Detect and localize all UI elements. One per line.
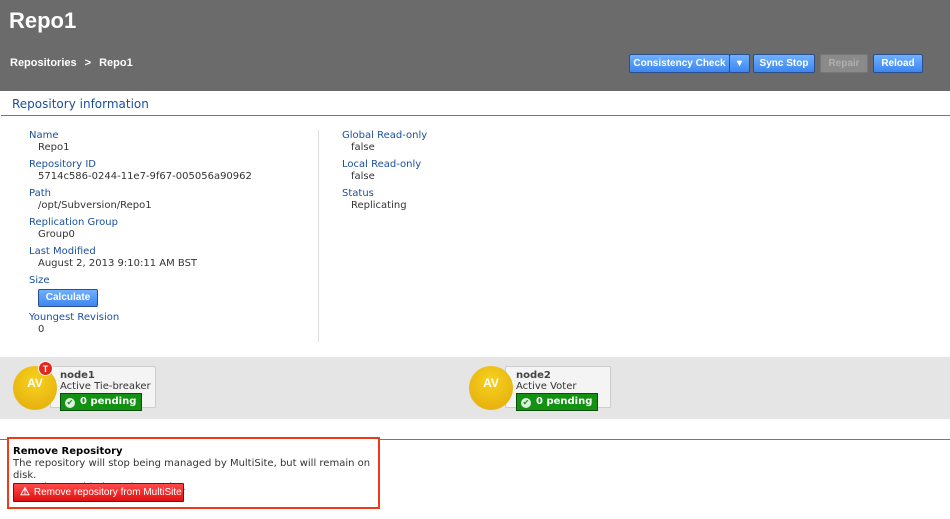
field-value: Group0	[38, 229, 75, 240]
node-role: Active Voter	[516, 381, 577, 392]
field-label: Youngest Revision	[29, 312, 120, 323]
sync-stop-button[interactable]: Sync Stop	[753, 54, 815, 73]
node-role: Active Tie-breaker	[60, 381, 151, 392]
tie-breaker-badge: T	[38, 361, 53, 376]
field-value: 0	[38, 324, 45, 335]
field-label: Size	[29, 275, 50, 286]
breadcrumb-repositories[interactable]: Repositories	[10, 57, 77, 69]
field-value: false	[351, 171, 375, 182]
section-title: Repository information	[12, 97, 149, 111]
remove-repository-panel: Remove Repository The repository will st…	[7, 437, 380, 509]
remove-title: Remove Repository	[13, 446, 123, 457]
field-label: Local Read-only	[342, 159, 422, 170]
field-value: August 2, 2013 9:10:11 AM BST	[38, 258, 198, 269]
remove-description-line: The repository will stop being managed b…	[13, 458, 371, 481]
field-label: Name	[29, 130, 59, 141]
breadcrumb-separator: >	[84, 57, 92, 69]
page-header: Repo1 Repositories > Repo1 Consistency Che…	[0, 0, 950, 91]
field-value: Replicating	[351, 200, 407, 211]
pending-badge: ✔ 0 pending	[516, 393, 599, 411]
breadcrumb-current: Repo1	[99, 57, 133, 69]
avatar: AV	[469, 366, 513, 410]
field-repository-id: Repository ID 5714c586-0244-11e7-9f67-005…	[29, 159, 252, 183]
warning-icon: ⚠	[20, 486, 30, 498]
divider	[1, 115, 950, 116]
field-name: Name Repo1	[29, 130, 69, 154]
field-path: Path/opt/Subversion/Repo1	[29, 188, 152, 212]
consistency-check-dropdown[interactable]: ▾	[729, 54, 750, 73]
field-youngest-revision: Youngest Revision 0	[29, 312, 119, 336]
field-label: Global Read-only	[342, 130, 428, 141]
page-title: Repo1	[9, 8, 77, 33]
node-name: node2	[516, 370, 551, 381]
field-last-modified: Last Modified August 2, 2013 9:10:11 AM B…	[29, 246, 197, 270]
breadcrumb: Repositories > Repo1	[10, 57, 141, 69]
node-name: node1	[60, 370, 95, 381]
field-label: Last Modified	[29, 246, 96, 257]
check-circle-icon: ✔	[521, 398, 531, 408]
field-label: Repository ID	[29, 159, 97, 170]
remove-button-label: Remove repository from MultiSite	[33, 487, 182, 498]
field-value: /opt/Subversion/Repo1	[38, 200, 152, 211]
column-divider	[318, 130, 319, 342]
calculate-button[interactable]: Calculate	[38, 289, 98, 307]
field-size: Size Calculate	[29, 275, 98, 307]
field-label: Replication Group	[29, 217, 118, 228]
chevron-down-icon: ▾	[736, 58, 743, 69]
field-value: Repo1	[38, 142, 70, 153]
pending-badge: ✔ 0 pending	[60, 393, 143, 411]
check-circle-icon: ✔	[65, 398, 75, 408]
pending-label: 0 pending	[80, 396, 137, 407]
field-replication-group: Replication Group Group0	[29, 217, 118, 241]
pending-label: 0 pending	[536, 396, 593, 407]
field-label: Path	[29, 188, 51, 199]
repair-button: Repair	[820, 54, 868, 73]
field-value: 5714c586-0244-11e7-9f67-005056a90962	[38, 171, 252, 182]
field-local-read-only: Local Read-only false	[342, 159, 421, 183]
field-global-read-only: Global Read-only false	[342, 130, 427, 154]
field-label: Status	[342, 188, 374, 199]
remove-repository-button[interactable]: ⚠ Remove repository from MultiSite	[13, 483, 184, 502]
field-status: Status Replicating	[342, 188, 407, 212]
consistency-check-button[interactable]: Consistency Check	[629, 54, 730, 73]
field-value: false	[351, 142, 375, 153]
reload-button[interactable]: Reload	[873, 54, 923, 73]
